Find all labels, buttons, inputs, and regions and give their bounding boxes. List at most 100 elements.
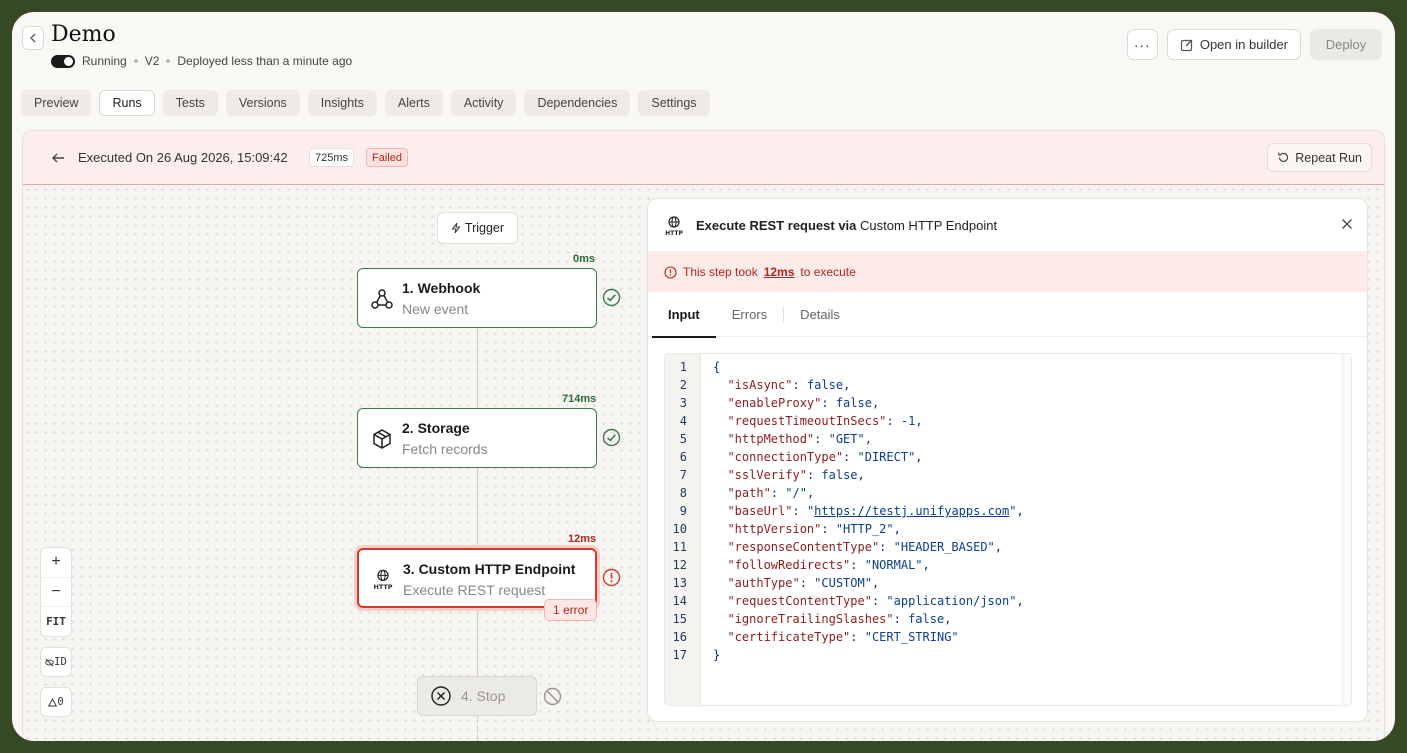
- code-line: "requestContentType": "application/json"…: [727, 594, 1024, 608]
- svg-text:HTTP: HTTP: [665, 230, 683, 237]
- step-node-storage[interactable]: 2. Storage Fetch records: [357, 408, 597, 468]
- step-duration: 12ms: [568, 533, 597, 545]
- edit-icon: [1180, 39, 1193, 51]
- app-window: Demo Running V2 Deployed less than a min…: [12, 12, 1395, 741]
- step-node-webhook[interactable]: 1. Webhook New event: [357, 268, 597, 328]
- duration-warning: This step took 12ms to execute: [648, 252, 1367, 292]
- box-icon: [370, 427, 394, 451]
- close-circle-icon: [431, 686, 451, 706]
- line-numbers: 1 2 3 4 5 6 7 8 9 10 11 12 13 14 15 16 17: [665, 354, 701, 705]
- stop-node[interactable]: 4. Stop: [417, 676, 537, 716]
- run-title: Executed On 26 Aug 2026, 15:09:42: [78, 150, 288, 165]
- tab-activity[interactable]: Activity: [450, 90, 517, 116]
- status-badge: Failed: [366, 148, 408, 167]
- http-globe-icon: HTTP: [371, 568, 395, 592]
- line-number: 9: [679, 504, 687, 518]
- line-number: 10: [672, 522, 687, 536]
- connector-line: [477, 716, 478, 741]
- tab-errors[interactable]: Errors: [716, 292, 783, 337]
- step-title: 3. Custom HTTP Endpoint: [403, 561, 576, 577]
- zoom-controls: + − FIT: [40, 547, 72, 637]
- deploy-button[interactable]: Deploy: [1310, 29, 1382, 60]
- line-number: 3: [679, 396, 687, 410]
- panel-title-prefix: Execute REST request via: [696, 218, 857, 233]
- line-number: 16: [672, 630, 687, 644]
- deployed-label: Deployed less than a minute ago: [177, 54, 353, 68]
- repeat-run-button[interactable]: Repeat Run: [1267, 143, 1372, 172]
- run-header: Executed On 26 Aug 2026, 15:09:42 725ms …: [23, 131, 1384, 185]
- status-label: Running: [82, 54, 127, 68]
- warnings-button[interactable]: 0: [40, 687, 72, 717]
- trigger-node[interactable]: Trigger: [437, 212, 518, 244]
- webhook-icon: [370, 287, 394, 311]
- step-subtitle: Fetch records: [402, 441, 488, 457]
- code-viewer[interactable]: 1 2 3 4 5 6 7 8 9 10 11 12 13 14 15 16 17 { "isAsync": f…: [664, 353, 1352, 706]
- tab-input[interactable]: Input: [652, 292, 716, 338]
- svg-text:HTTP: HTTP: [373, 583, 392, 591]
- status-line: Running V2 Deployed less than a minute a…: [51, 54, 352, 68]
- header-actions: ··· Open in builder Deploy: [1126, 29, 1382, 60]
- zoom-in-button[interactable]: +: [41, 548, 71, 578]
- tab-details[interactable]: Details: [784, 292, 856, 337]
- code-line: "baseUrl": "https://testj.unifyapps.com"…: [727, 504, 1024, 518]
- check-circle-icon: [602, 288, 621, 307]
- connector-line: [477, 328, 478, 408]
- tab-settings[interactable]: Settings: [638, 90, 710, 116]
- separator-dot: [133, 59, 138, 63]
- scrollbar[interactable]: [1342, 354, 1351, 705]
- repeat-run-label: Repeat Run: [1295, 150, 1362, 165]
- panel-title: Execute REST request via Custom HTTP End…: [696, 218, 997, 233]
- error-count-badge[interactable]: 1 error: [544, 599, 598, 621]
- code-line: "httpMethod": "GET",: [727, 432, 872, 446]
- tab-tests[interactable]: Tests: [162, 90, 218, 116]
- line-number: 17: [672, 648, 687, 662]
- refresh-icon: [1278, 152, 1289, 162]
- code-line: "path": "/",: [727, 486, 815, 500]
- close-icon[interactable]: [1341, 218, 1353, 230]
- page-title: Demo: [51, 22, 116, 47]
- line-number: 8: [679, 486, 687, 500]
- warning-value: 12ms: [763, 265, 795, 279]
- back-button[interactable]: [22, 26, 44, 50]
- code-line: "sslVerify": false,: [727, 468, 865, 482]
- more-button[interactable]: ···: [1126, 29, 1158, 60]
- code-line: "httpVersion": "HTTP_2",: [727, 522, 901, 536]
- line-number: 7: [679, 468, 687, 482]
- eye-off-icon: [45, 658, 54, 666]
- check-circle-icon: [602, 428, 621, 447]
- tab-dependencies[interactable]: Dependencies: [524, 90, 631, 116]
- tab-preview[interactable]: Preview: [21, 90, 92, 116]
- step-duration: 0ms: [573, 253, 596, 265]
- lightning-icon: [451, 222, 461, 234]
- tab-insights[interactable]: Insights: [307, 90, 377, 116]
- tab-alerts[interactable]: Alerts: [384, 90, 443, 116]
- stop-label: 4. Stop: [461, 688, 506, 704]
- line-number: 5: [679, 432, 687, 446]
- step-subtitle: Execute REST request: [403, 582, 546, 598]
- tab-versions[interactable]: Versions: [225, 90, 300, 116]
- fit-button[interactable]: FIT: [41, 607, 71, 636]
- line-number: 6: [679, 450, 687, 464]
- line-number: 14: [672, 594, 687, 608]
- zoom-out-button[interactable]: −: [41, 578, 71, 608]
- warning-prefix: This step took: [683, 265, 758, 279]
- line-number: 2: [679, 378, 687, 392]
- open-builder-button[interactable]: Open in builder: [1166, 29, 1301, 60]
- main-tabs: Preview Runs Tests Versions Insights Ale…: [21, 90, 710, 116]
- code-line: "requestTimeoutInSecs": -1,: [727, 414, 923, 428]
- step-detail-panel: HTTP Execute REST request via Custom HTT…: [647, 198, 1368, 722]
- code-line: {: [713, 360, 721, 374]
- tab-runs[interactable]: Runs: [99, 90, 155, 116]
- toggle-id-button[interactable]: ID: [40, 647, 72, 677]
- running-toggle[interactable]: [51, 54, 75, 68]
- connector-line: [477, 468, 478, 548]
- code-line: "followRedirects": "NORMAL",: [727, 558, 930, 572]
- run-panel: Executed On 26 Aug 2026, 15:09:42 725ms …: [22, 130, 1385, 741]
- warning-icon: [48, 697, 58, 706]
- line-number: 13: [672, 576, 687, 590]
- panel-header: HTTP Execute REST request via Custom HTT…: [648, 199, 1367, 252]
- code-content: { "isAsync": false, "enableProxy": false…: [701, 354, 1351, 705]
- code-line: "isAsync": false,: [727, 378, 851, 392]
- arrow-left-icon[interactable]: [51, 151, 65, 165]
- separator-dot: [166, 59, 171, 63]
